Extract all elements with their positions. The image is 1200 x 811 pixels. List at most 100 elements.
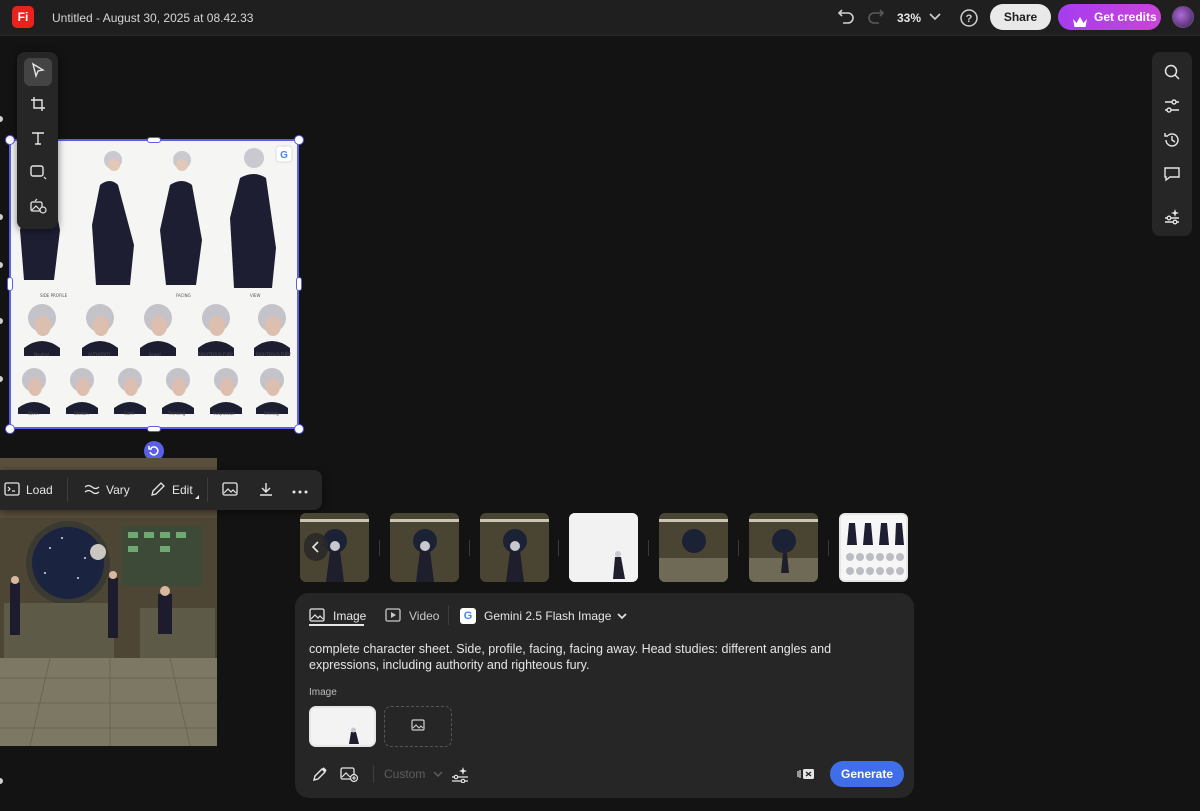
divider bbox=[379, 540, 380, 556]
text-tool[interactable] bbox=[24, 126, 52, 154]
divider bbox=[648, 540, 649, 556]
image-button[interactable] bbox=[222, 470, 238, 510]
search-icon[interactable] bbox=[1160, 60, 1184, 84]
pointer-icon bbox=[30, 62, 46, 83]
select-tool[interactable] bbox=[24, 58, 52, 86]
divider bbox=[67, 478, 68, 502]
divider bbox=[373, 765, 374, 783]
undo-icon[interactable] bbox=[836, 7, 858, 29]
image-icon bbox=[411, 718, 425, 736]
chevron-down-icon[interactable] bbox=[928, 10, 942, 29]
terminal-icon bbox=[4, 481, 20, 499]
help-icon[interactable]: ? bbox=[958, 7, 980, 29]
add-reference-image-slot[interactable] bbox=[384, 706, 452, 747]
generate-button[interactable]: Generate bbox=[830, 761, 904, 787]
more-icon bbox=[292, 483, 308, 497]
edge-marker bbox=[0, 778, 3, 784]
pose-label: SIDE PROFILE bbox=[40, 293, 68, 298]
head-label: Thinking bbox=[168, 411, 186, 416]
generation-thumbnail-selected[interactable] bbox=[839, 513, 908, 582]
svg-text:G: G bbox=[280, 150, 288, 161]
comment-icon[interactable] bbox=[1160, 162, 1184, 186]
aspect-ratio-select[interactable]: Custom bbox=[384, 767, 443, 781]
text-icon bbox=[30, 130, 46, 151]
resize-handle[interactable] bbox=[296, 277, 302, 291]
adjustments-icon[interactable] bbox=[1160, 94, 1184, 118]
svg-text:?: ? bbox=[966, 13, 973, 25]
document-title[interactable]: Untitled - August 30, 2025 at 08.42.33 bbox=[52, 11, 253, 25]
image-icon bbox=[309, 607, 325, 625]
edit-label: Edit bbox=[172, 483, 193, 497]
vary-label: Vary bbox=[106, 483, 130, 497]
sparkle-settings-icon[interactable] bbox=[449, 763, 471, 785]
prompt-panel: Image Video G Gemini 2.5 Flash Image com… bbox=[295, 593, 914, 798]
edit-button[interactable]: Edit bbox=[150, 470, 199, 510]
avatar[interactable] bbox=[1172, 6, 1194, 28]
rectangle-icon bbox=[29, 164, 47, 185]
model-name: Gemini 2.5 Flash Image bbox=[484, 609, 612, 623]
tool-rail bbox=[17, 52, 58, 229]
head-label: Suspicious bbox=[213, 411, 235, 416]
image-generate-icon bbox=[29, 198, 47, 219]
app-logo[interactable]: Fi bbox=[12, 6, 34, 28]
head-label: AUTHORITY bbox=[88, 352, 112, 357]
resize-handle[interactable] bbox=[5, 424, 15, 434]
divider bbox=[469, 540, 470, 556]
generation-thumbnail[interactable] bbox=[569, 513, 638, 582]
variations-icon[interactable] bbox=[795, 763, 817, 785]
shape-tool[interactable] bbox=[24, 160, 52, 188]
generation-thumbnail[interactable] bbox=[480, 513, 549, 582]
history-icon[interactable] bbox=[1160, 128, 1184, 152]
load-button[interactable]: Load bbox=[4, 470, 53, 510]
tab-video[interactable]: Video bbox=[385, 605, 439, 627]
chevron-down-icon bbox=[617, 609, 627, 623]
reference-image-thumbnail[interactable] bbox=[309, 706, 376, 747]
edge-marker bbox=[0, 262, 3, 268]
head-label: Neutral bbox=[34, 352, 49, 357]
eyedropper-icon[interactable] bbox=[309, 763, 331, 785]
more-options-button[interactable] bbox=[292, 470, 308, 510]
download-button[interactable] bbox=[258, 470, 274, 510]
head-label: Disdain bbox=[74, 411, 89, 416]
get-credits-button[interactable]: Get credits bbox=[1058, 4, 1161, 30]
resize-handle[interactable] bbox=[5, 135, 15, 145]
resize-handle[interactable] bbox=[294, 424, 304, 434]
generation-thumbnail[interactable] bbox=[749, 513, 818, 582]
corner-caret-icon bbox=[194, 488, 199, 502]
share-button[interactable]: Share bbox=[990, 4, 1051, 30]
model-selector[interactable]: G Gemini 2.5 Flash Image bbox=[460, 605, 627, 627]
generation-thumbnail[interactable] bbox=[390, 513, 459, 582]
crown-icon bbox=[1072, 11, 1088, 37]
settings-sparkle-icon[interactable] bbox=[1160, 204, 1184, 228]
edge-marker bbox=[0, 116, 3, 122]
aspect-ratio-label: Custom bbox=[384, 767, 426, 781]
prompt-input[interactable]: complete character sheet. Side, profile,… bbox=[309, 641, 899, 673]
artboard-tool[interactable] bbox=[24, 92, 52, 120]
zoom-level[interactable]: 33% bbox=[897, 11, 921, 25]
download-icon bbox=[258, 481, 274, 500]
chevron-down-icon bbox=[433, 767, 443, 781]
tab-video-label: Video bbox=[409, 609, 440, 623]
divider bbox=[207, 478, 208, 502]
pose-label: VIEW bbox=[250, 293, 261, 298]
firefly-board-app: Fi Untitled - August 30, 2025 at 08.42.3… bbox=[0, 0, 1200, 811]
reference-image-label: Image bbox=[309, 687, 337, 698]
wave-icon bbox=[84, 483, 100, 498]
generation-thumbnail[interactable] bbox=[659, 513, 728, 582]
image-icon bbox=[222, 481, 238, 499]
chevron-left-icon[interactable] bbox=[304, 533, 328, 561]
pencil-icon bbox=[150, 481, 166, 500]
resize-handle[interactable] bbox=[294, 135, 304, 145]
resize-handle[interactable] bbox=[7, 277, 13, 291]
edge-marker bbox=[0, 318, 3, 324]
generate-tool[interactable] bbox=[24, 194, 52, 222]
head-label: RIGHTEOUS FURY bbox=[256, 352, 292, 357]
resize-handle[interactable] bbox=[147, 426, 161, 432]
redo-icon[interactable] bbox=[864, 7, 886, 29]
head-label: Calm bbox=[124, 411, 135, 416]
vary-button[interactable]: Vary bbox=[84, 470, 130, 510]
divider bbox=[448, 605, 449, 625]
video-icon bbox=[385, 607, 401, 625]
resize-handle[interactable] bbox=[147, 137, 161, 143]
add-image-icon[interactable] bbox=[338, 763, 360, 785]
